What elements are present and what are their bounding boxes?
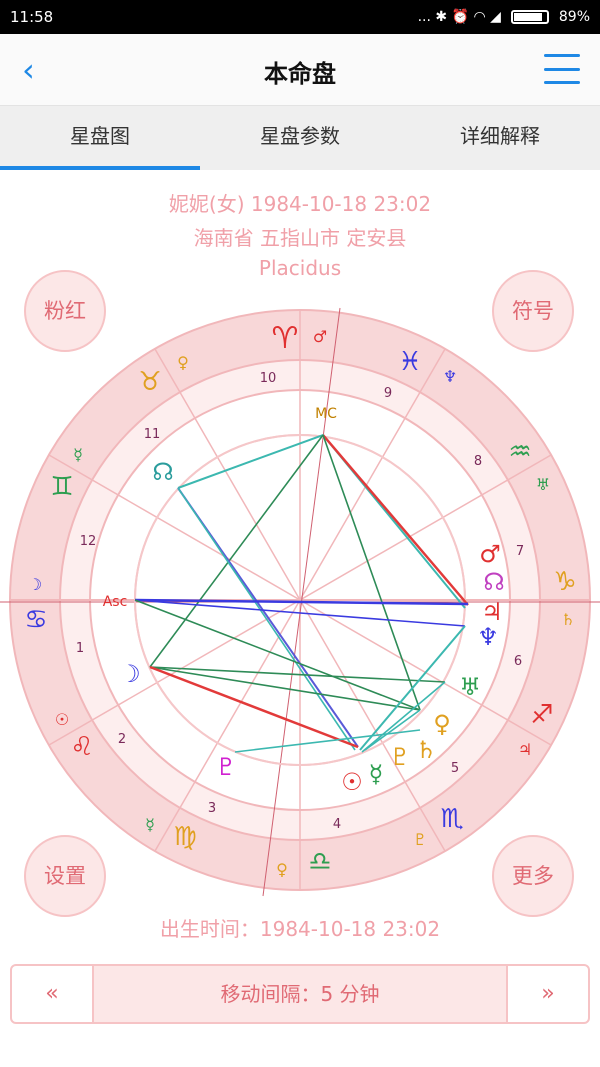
- house-5: 5: [451, 761, 459, 776]
- capricorn-icon: ♑: [553, 567, 576, 597]
- mercury-icon: ☿: [369, 760, 384, 788]
- interval-label[interactable]: 移动间隔：5 分钟: [92, 966, 508, 1022]
- next-interval-button[interactable]: »: [508, 966, 588, 1022]
- title-bar: ‹ 本命盘: [0, 34, 600, 106]
- jupiter-ruler-icon: ♃: [518, 740, 532, 759]
- chart-owner-info: 妮妮(女) 1984-10-18 23:02: [168, 192, 432, 216]
- ascendant-label: Asc: [103, 594, 128, 610]
- tab-chart[interactable]: 星盘图: [0, 106, 200, 170]
- saturn-ruler-icon: ♄: [561, 610, 575, 629]
- house-1: 1: [76, 641, 84, 656]
- house-4: 4: [333, 817, 341, 832]
- mercury-ruler-2-icon: ☿: [145, 815, 155, 834]
- battery-fill: [513, 13, 543, 21]
- cancer-icon: ♋: [24, 605, 47, 635]
- jupiter-icon: ♃: [481, 598, 503, 626]
- pisces-icon: ♓: [398, 347, 421, 377]
- saturn-icon: ♄: [415, 736, 437, 764]
- venus-icon: ♀: [433, 710, 451, 738]
- battery-percent: 89%: [558, 9, 590, 25]
- scorpio-icon: ♏: [440, 804, 463, 834]
- node-icon: ☊: [483, 568, 504, 596]
- more-button[interactable]: 更多: [492, 835, 574, 917]
- house-3: 3: [208, 801, 216, 816]
- status-bar: 11:58 ... ✱ ⏰ ◠ ◢ 89%: [0, 0, 600, 34]
- house-8: 8: [474, 454, 482, 469]
- natal-chart[interactable]: ♈ ♉ ♊ ♋ ♌ ♍ ♎ ♏ ♐ ♑ ♒ ♓ ♂ ♀ ☿ ☽ ☉ ☿ ♀ ♇ …: [0, 290, 600, 900]
- pluto-ruler-icon: ♇: [413, 830, 427, 849]
- battery-icon: [510, 10, 549, 24]
- aries-icon: ♈: [272, 321, 299, 356]
- uranus-icon: ♅: [459, 673, 481, 701]
- status-time: 11:58: [10, 8, 54, 26]
- house-2: 2: [118, 732, 126, 747]
- midheaven-label: MC: [315, 406, 337, 422]
- sagittarius-icon: ♐: [530, 700, 553, 730]
- tab-params[interactable]: 星盘参数: [200, 106, 400, 170]
- vertex-icon: ♇: [215, 753, 237, 781]
- neptune-icon: ♆: [477, 623, 499, 651]
- house-11: 11: [144, 427, 161, 442]
- status-icons: ... ✱ ⏰ ◠ ◢ 89%: [418, 9, 590, 25]
- house-10: 10: [260, 371, 277, 386]
- status-symbols: ... ✱ ⏰ ◠ ◢: [417, 9, 501, 25]
- settings-button[interactable]: 设置: [24, 835, 106, 917]
- libra-icon: ♎: [308, 847, 331, 877]
- pluto-icon: ♇: [389, 743, 411, 771]
- house-6: 6: [514, 654, 522, 669]
- venus-ruler-2-icon: ♀: [276, 860, 288, 879]
- birth-time: 出生时间：1984-10-18 23:02: [159, 917, 441, 941]
- menu-icon[interactable]: [544, 54, 580, 84]
- mars-icon: ♂: [479, 540, 501, 568]
- venus-ruler-icon: ♀: [177, 353, 189, 372]
- leo-icon: ♌: [70, 732, 93, 762]
- mars-ruler-icon: ♂: [313, 327, 327, 346]
- tab-bar: 星盘图 星盘参数 详细解释: [0, 106, 600, 170]
- page-title: 本命盘: [264, 60, 336, 88]
- symbol-button[interactable]: 符号: [492, 270, 574, 352]
- moon-ruler-icon: ☽: [28, 575, 42, 594]
- mercury-ruler-icon: ☿: [73, 445, 83, 464]
- pink-theme-button[interactable]: 粉红: [24, 270, 106, 352]
- house-7: 7: [516, 544, 524, 559]
- time-interval-stepper: « 移动间隔：5 分钟 »: [10, 964, 590, 1024]
- taurus-icon: ♉: [138, 367, 161, 397]
- chart-location: 海南省 五指山市 定安县: [193, 226, 407, 250]
- sun-ruler-icon: ☉: [55, 710, 69, 729]
- north-node-icon: ☊: [152, 458, 173, 486]
- neptune-ruler-icon: ♆: [443, 367, 457, 386]
- gemini-icon: ♊: [50, 472, 73, 502]
- prev-interval-button[interactable]: «: [12, 966, 92, 1022]
- house-9: 9: [384, 386, 392, 401]
- tab-details[interactable]: 详细解释: [400, 106, 600, 170]
- virgo-icon: ♍: [173, 822, 196, 852]
- sun-icon: ☉: [341, 768, 363, 796]
- uranus-ruler-icon: ♅: [536, 475, 550, 494]
- aquarius-icon: ♒: [508, 437, 531, 467]
- moon-icon: ☽: [119, 660, 141, 688]
- house-12: 12: [80, 534, 97, 549]
